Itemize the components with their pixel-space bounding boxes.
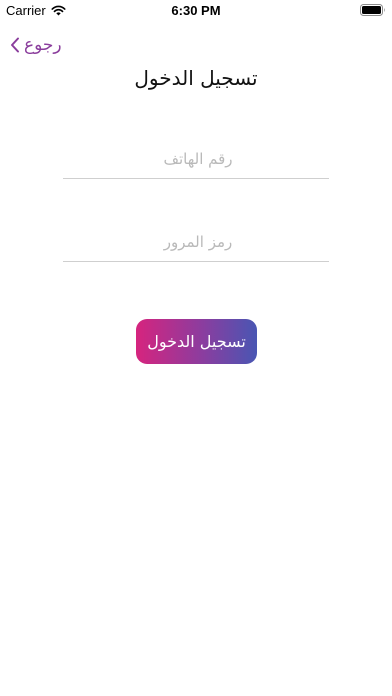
login-screen: Carrier 6:30 PM رجوع تسجيل الدخول تسجيل … (0, 0, 392, 696)
status-bar: Carrier 6:30 PM (0, 0, 392, 22)
battery-icon (360, 4, 385, 16)
password-field (63, 221, 333, 263)
back-button[interactable]: رجوع (10, 35, 62, 55)
password-input[interactable] (63, 221, 333, 263)
page-title: تسجيل الدخول (134, 66, 258, 90)
back-label: رجوع (24, 35, 62, 55)
phone-field (63, 138, 333, 180)
status-time: 6:30 PM (171, 3, 221, 18)
phone-input[interactable] (63, 138, 333, 180)
login-button[interactable]: تسجيل الدخول (136, 319, 257, 364)
chevron-left-icon (11, 37, 19, 53)
